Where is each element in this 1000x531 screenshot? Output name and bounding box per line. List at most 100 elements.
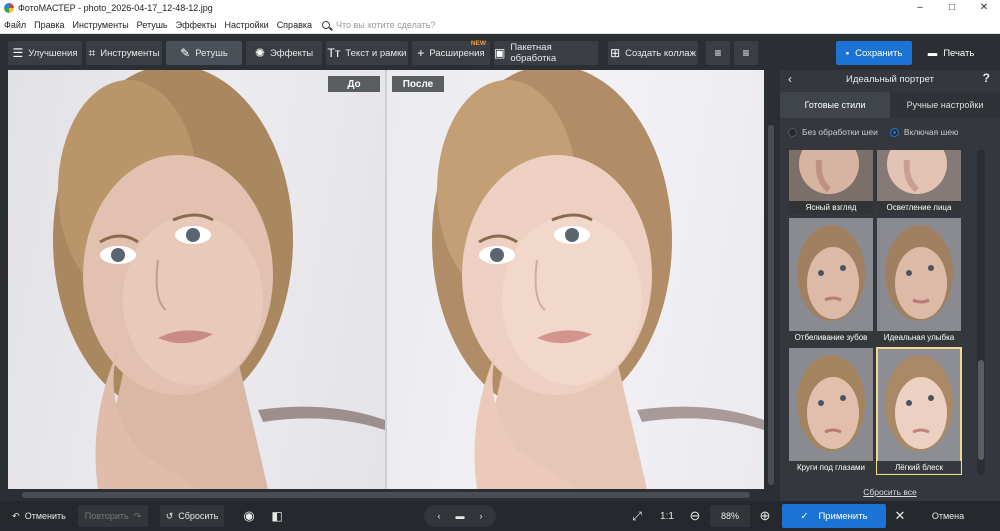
menu-bar: Файл Правка Инструменты Ретушь Эффекты Н… — [0, 16, 1000, 34]
search-icon — [322, 20, 330, 29]
neck-options: Без обработки шеи Включая шею — [788, 127, 993, 137]
preset-caption: Лёгкий блеск — [877, 461, 961, 474]
compare-button[interactable]: ◧ — [266, 505, 288, 527]
brush-icon: ✎ — [180, 46, 191, 60]
window-title: ФотоМАСТЕР - photo_2026-04-17_12-48-12.j… — [18, 3, 213, 13]
history-right-button[interactable]: ≡ — [734, 41, 758, 65]
radio-dot-selected — [889, 127, 899, 137]
reset-button[interactable]: ↺ Сбросить — [160, 505, 224, 527]
cancel-x-button[interactable]: ✕ — [892, 505, 908, 527]
compare-icon: ◧ — [271, 509, 283, 523]
next-image-icon[interactable]: › — [480, 511, 483, 521]
minimize-button[interactable]: – — [904, 0, 936, 16]
preset-caption: Ясный взгляд — [789, 201, 873, 214]
maximize-button[interactable]: □ — [936, 0, 968, 16]
menu-file[interactable]: Файл — [0, 20, 30, 30]
actual-size-button[interactable]: 1:1 — [654, 505, 680, 527]
preset-caption: Отбеливание зубов — [789, 331, 873, 344]
sparkle-icon: ✺ — [254, 46, 265, 60]
adjust-info-icon: ≡ — [742, 46, 750, 60]
undo-button[interactable]: ↶ Отменить — [8, 505, 70, 527]
reset-icon: ↺ — [165, 510, 174, 521]
history-left-button[interactable]: ≡ — [706, 41, 730, 65]
tab-label: Создать коллаж — [625, 47, 696, 59]
tab-extensions[interactable]: + Расширения NEW — [412, 40, 490, 65]
menu-help[interactable]: Справка — [273, 20, 316, 30]
preset-perfect-smile[interactable]: Идеальная улыбка — [877, 218, 961, 344]
tab-manual[interactable]: Ручные настройки — [890, 92, 1000, 118]
search-placeholder: Что вы хотите сделать? — [336, 19, 436, 30]
preset-caption: Идеальная улыбка — [877, 331, 961, 344]
after-label: После — [392, 76, 444, 92]
fullscreen-icon: ⤢ — [632, 508, 642, 523]
tab-label: Текст и рамки — [345, 47, 407, 59]
before-photo — [8, 70, 385, 489]
preset-teeth-whitening[interactable]: Отбеливание зубов — [789, 218, 873, 344]
zoom-level[interactable]: 88% — [710, 505, 750, 527]
tab-presets[interactable]: Готовые стили — [780, 92, 890, 118]
plus-icon: + — [417, 46, 425, 60]
preset-face-lightening[interactable]: Осветление лица — [877, 150, 961, 214]
check-icon: ✓ — [800, 510, 809, 522]
preset-caption: Осветление лица — [877, 201, 961, 214]
preset-clear-look[interactable]: Ясный взгляд — [789, 150, 873, 214]
reset-all-link[interactable]: Сбросить все — [780, 487, 1000, 497]
close-window-button[interactable]: ✕ — [968, 0, 1000, 16]
scroll-thumb[interactable] — [768, 125, 774, 485]
help-button[interactable]: ? — [983, 71, 990, 85]
radio-label: Без обработки шеи — [802, 127, 878, 137]
back-arrow-icon[interactable]: ‹ — [788, 72, 792, 86]
menu-retouch[interactable]: Ретушь — [133, 20, 172, 30]
tab-label: Эффекты — [269, 47, 314, 59]
preset-light-glow[interactable]: Лёгкий блеск — [876, 347, 962, 475]
preset-under-eye-circles[interactable]: Круги под глазами — [789, 348, 873, 474]
preview-toggle-button[interactable]: ◉ — [238, 505, 260, 527]
menu-search[interactable]: Что вы хотите сделать? — [322, 20, 436, 30]
tab-label: Улучшения — [28, 47, 78, 59]
before-label: До — [328, 76, 380, 92]
save-button[interactable]: ▪ Сохранить — [836, 41, 912, 65]
tab-retouch[interactable]: ✎ Ретушь — [166, 41, 242, 65]
panel-header: ‹ Идеальный портрет ? — [780, 70, 1000, 88]
scroll-thumb[interactable] — [22, 492, 750, 498]
zoom-in-button[interactable]: ⊕ — [754, 505, 776, 527]
radio-with-neck[interactable]: Включая шею — [889, 127, 959, 137]
menu-effects[interactable]: Эффекты — [172, 20, 221, 30]
apply-button[interactable]: ✓ Применить — [782, 504, 886, 528]
redo-button[interactable]: Повторить ↷ — [78, 505, 148, 527]
printer-icon: ▬ — [927, 47, 938, 59]
image-icon: ▣ — [494, 46, 506, 60]
tab-effects[interactable]: ✺ Эффекты — [246, 41, 322, 65]
close-icon: ✕ — [894, 508, 906, 523]
cancel-button[interactable]: Отмена — [920, 505, 976, 527]
panel-title: Идеальный портрет — [846, 73, 934, 85]
image-canvas[interactable]: До После — [8, 70, 764, 489]
preset-grid: Ясный взгляд Осветление лица Отбеливание… — [789, 150, 965, 475]
save-label: Сохранить — [855, 47, 903, 59]
zoom-out-button[interactable]: ⊖ — [684, 505, 706, 527]
menu-settings[interactable]: Настройки — [221, 20, 273, 30]
tab-tools[interactable]: ⌗ Инструменты — [86, 41, 162, 65]
scroll-thumb[interactable] — [978, 360, 984, 460]
minus-icon: ⊖ — [689, 508, 701, 523]
folder-icon[interactable]: ▬ — [456, 511, 465, 521]
canvas-horizontal-scrollbar[interactable] — [8, 491, 764, 499]
canvas-vertical-scrollbar[interactable] — [766, 70, 776, 489]
menu-edit[interactable]: Правка — [30, 20, 68, 30]
radio-dot — [788, 127, 797, 137]
fit-screen-button[interactable]: ⤢ — [626, 505, 648, 527]
print-button[interactable]: ▬ Печать — [916, 41, 986, 65]
menu-tools[interactable]: Инструменты — [69, 20, 133, 30]
preset-scrollbar[interactable] — [977, 150, 985, 475]
tab-text-frames[interactable]: Tт Текст и рамки — [326, 41, 408, 65]
tab-batch-processing[interactable]: ▣ Пакетная обработка — [494, 41, 598, 65]
crop-icon: ⌗ — [88, 45, 96, 60]
undo-label: Отменить — [24, 511, 66, 521]
eye-icon: ◉ — [243, 508, 255, 523]
tab-enhancements[interactable]: ☰ Улучшения — [8, 41, 82, 65]
tab-label: Расширения — [429, 47, 485, 59]
title-bar: ФотоМАСТЕР - photo_2026-04-17_12-48-12.j… — [0, 0, 1000, 16]
prev-image-icon[interactable]: ‹ — [438, 511, 441, 521]
radio-no-neck[interactable]: Без обработки шеи — [788, 127, 878, 137]
tab-create-collage[interactable]: ⊞ Создать коллаж — [608, 41, 698, 65]
